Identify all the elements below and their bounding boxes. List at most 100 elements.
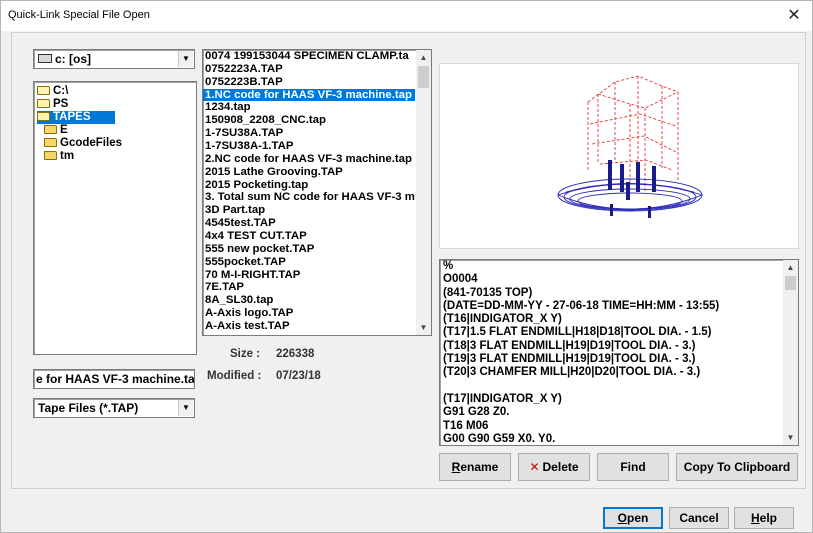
delete-button[interactable]: ✕ Delete [518,453,590,481]
file-list-item[interactable]: A-Axis test.TAP [203,320,415,333]
drive-label: c: [os] [55,52,91,66]
window-title: Quick-Link Special File Open [8,9,150,21]
scroll-up-icon[interactable]: ▲ [783,260,798,275]
filename-value: e for HAAS VF-3 machine.tap [36,372,195,386]
file-list-item[interactable]: 555 new pocket.TAP [203,243,415,256]
nc-code-line: (T16|INDIGATOR_X Y) [443,313,562,326]
file-list-item[interactable]: 3. Total sum NC code for HAAS VF-3 m [203,191,415,204]
tree-item-label: PS [53,98,69,110]
directory-tree[interactable]: C:\ PS TAPES E GcodeFiles tm [33,81,197,355]
toolpath-graphic [557,75,703,218]
nc-code-line: G91 G28 Z0. [443,406,510,419]
file-list-scrollbar[interactable]: ▲ ▼ [416,50,431,335]
tree-item-label: E [60,124,68,136]
file-list-item[interactable]: 0074 199153044 SPECIMEN CLAMP.ta [203,50,415,63]
file-list-item[interactable]: 2015 Pocketing.tap [203,179,415,192]
open-folder-icon [37,99,50,108]
file-list-item[interactable]: 2.NC code for HAAS VF-3 machine.tap [203,153,415,166]
cancel-button-label: Cancel [679,511,719,525]
scroll-down-icon[interactable]: ▼ [416,320,431,335]
nc-code-line: G00 G90 G59 X0. Y0. [443,432,556,445]
help-button-label: Help [750,511,777,525]
folder-icon [44,125,57,134]
scroll-down-icon[interactable]: ▼ [783,430,798,445]
cancel-button[interactable]: Cancel [669,507,729,529]
file-list-item[interactable]: 1-7SU38A.TAP [203,127,415,140]
nc-code-view[interactable]: % O0004 (841-70135 TOP) (DATE=DD-MM-YY - 27… [439,259,799,446]
file-list-item[interactable]: A-Axis logo.TAP [203,307,415,320]
filename-input[interactable]: e for HAAS VF-3 machine.tap [33,369,195,389]
drive-select-value: c: [os] [38,52,91,66]
chevron-down-icon[interactable]: ▼ [178,51,193,67]
find-button[interactable]: Find [597,453,669,481]
rename-button-label: Rename [451,460,499,474]
nc-code-scrollbar[interactable]: ▲ ▼ [783,260,798,445]
nc-code-line: O0004 [443,273,478,286]
help-button[interactable]: Help [734,507,794,529]
tree-item-label: TAPES [53,111,91,123]
file-list-item[interactable]: 8A_SL30.tap [203,294,415,307]
copy-to-clipboard-button[interactable]: Copy To Clipboard [676,453,798,481]
file-list-item[interactable]: 3D Part.tap [203,204,415,217]
tree-item-e[interactable]: E [44,124,68,137]
scroll-thumb[interactable] [785,276,796,290]
file-list-items: 0074 199153044 SPECIMEN CLAMP.ta 0752223A… [203,50,431,333]
nc-code-lines: % O0004 (841-70135 TOP) (DATE=DD-MM-YY - 27… [440,260,798,445]
rename-button[interactable]: Rename [439,453,511,481]
nc-code-line: % [443,260,454,272]
toolpath-preview [439,63,799,249]
tree-item-ps[interactable]: PS [37,98,68,111]
nc-code-line: (T19|3 FLAT ENDMILL|H19|D19|TOOL DIA. - … [443,353,696,366]
file-list-item[interactable]: 0752223A.TAP [203,63,415,76]
open-folder-icon [37,112,50,121]
file-list-item[interactable]: 150908_2208_CNC.tap [203,114,415,127]
file-list-item[interactable]: 1234.tap [203,101,415,114]
scroll-up-icon[interactable]: ▲ [416,50,431,65]
modified-value: 07/23/18 [276,370,321,382]
file-list[interactable]: 0074 199153044 SPECIMEN CLAMP.ta 0752223A… [202,49,432,336]
chevron-down-icon[interactable]: ▼ [178,400,193,416]
file-list-item[interactable]: 7E.TAP [203,281,415,294]
file-list-item[interactable]: 555pocket.TAP [203,256,415,269]
scroll-thumb[interactable] [418,66,429,88]
file-type-value: Tape Files (*.TAP) [38,401,139,415]
file-open-dialog: Quick-Link Special File Open ✕ c: [os] ▼… [0,0,813,533]
open-button[interactable]: Open [603,507,663,529]
nc-code-line: (DATE=DD-MM-YY - 27-06-18 TIME=HH:MM - 1… [443,299,720,312]
nc-code-line: (T18|3 FLAT ENDMILL|H19|D19|TOOL DIA. - … [443,339,696,352]
delete-icon: ✕ [529,460,540,474]
tree-item-tapes[interactable]: TAPES [37,111,115,124]
file-list-item[interactable]: 1.NC code for HAAS VF-3 machine.tap [203,88,415,102]
tree-item-gcodefiles[interactable]: GcodeFiles [44,137,122,150]
tree-item-label: GcodeFiles [60,137,122,149]
nc-code-line: (841-70135 TOP) [443,286,533,299]
drive-select[interactable]: c: [os] ▼ [33,49,195,69]
open-button-label: Open [617,511,649,525]
file-list-item[interactable]: 0752223B.TAP [203,76,415,89]
nc-code-line: (T17|1.5 FLAT ENDMILL|H18|D18|TOOL DIA. … [443,326,712,339]
folder-icon [44,151,57,160]
close-icon[interactable]: ✕ [782,5,806,27]
folder-icon [44,138,57,147]
modified-label: Modified : [207,370,262,382]
file-list-item[interactable]: 1-7SU38A-1.TAP [203,140,415,153]
file-list-item[interactable]: 4545test.TAP [203,217,415,230]
file-list-item[interactable]: 4x4 TEST CUT.TAP [203,230,415,243]
file-list-item[interactable]: 2015 Lathe Grooving.TAP [203,166,415,179]
size-label: Size : [230,348,261,360]
copy-button-label: Copy To Clipboard [683,460,791,474]
file-type-select[interactable]: Tape Files (*.TAP) ▼ [33,398,195,418]
tree-item-tm[interactable]: tm [44,150,74,163]
tree-item-label: tm [60,150,75,162]
title-bar: Quick-Link Special File Open ✕ [1,1,812,31]
find-button-label: Find [620,460,646,474]
nc-code-line: (T17|INDIGATOR_X Y) [443,392,562,405]
tree-item-label: C:\ [53,85,69,97]
nc-code-line: T16 M06 [443,419,489,432]
tree-item-c-drive[interactable]: C:\ [37,85,68,98]
file-list-item[interactable]: 70 M-I-RIGHT.TAP [203,269,415,282]
nc-code-line [440,380,798,393]
delete-button-label: Delete [542,460,579,474]
drive-icon [38,54,52,63]
open-folder-icon [37,86,50,95]
